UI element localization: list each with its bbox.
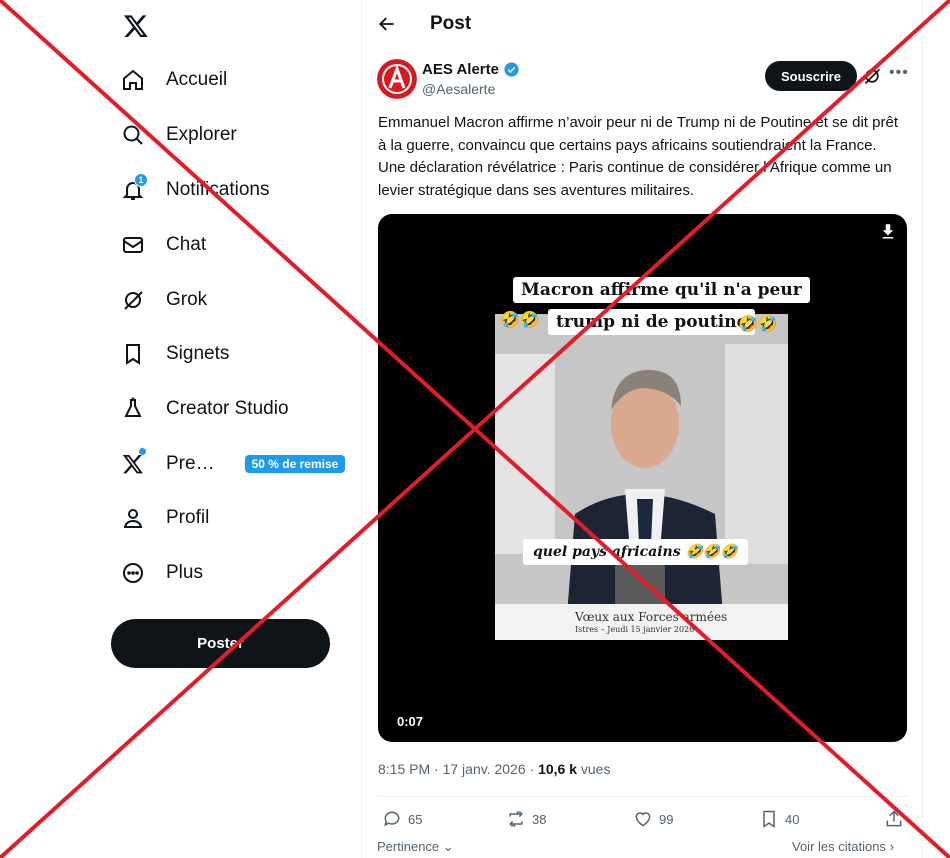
reply-count: 65 <box>408 811 423 827</box>
like-count: 99 <box>659 811 674 827</box>
sidebar-item-chat[interactable]: Chat <box>120 225 206 265</box>
header: Post <box>362 0 922 50</box>
more-circle-icon <box>120 560 146 586</box>
grok-icon[interactable] <box>862 66 882 86</box>
sidebar-item-label: Pre… <box>166 453 215 474</box>
sort-dropdown[interactable]: Pertinence ⌄ <box>377 839 454 855</box>
sidebar-item-signets[interactable]: Signets <box>120 334 229 374</box>
video-duration: 0:07 <box>397 714 424 729</box>
sidebar-item-label: Plus <box>166 562 203 583</box>
divider <box>361 0 362 858</box>
verified-badge-icon <box>504 62 519 77</box>
views-label: vues <box>577 761 611 777</box>
bookmark-button[interactable]: 40 <box>759 809 799 829</box>
avatar[interactable] <box>377 59 417 99</box>
sidebar-item-notifications[interactable]: 1 Notifications <box>120 170 270 210</box>
bookmark-icon <box>763 810 775 828</box>
new-dot-icon <box>139 448 146 455</box>
video-caption-bottom-text: quel pays africains <box>533 544 681 560</box>
reply-icon <box>384 811 400 827</box>
tweet-meta: 8:15 PM · 17 janv. 2026 · 10,6 k vues <box>378 761 610 777</box>
more-options-icon[interactable]: ••• <box>889 64 909 82</box>
divider <box>922 0 923 858</box>
sidebar-item-label: Explorer <box>166 124 237 145</box>
repost-count: 38 <box>532 811 547 827</box>
chevron-down-icon: ⌄ <box>442 839 454 854</box>
flask-icon <box>120 396 146 422</box>
views-count: 10,6 k <box>538 761 577 777</box>
view-quotes-link[interactable]: Voir les citations › <box>792 839 894 854</box>
emoji-left: 🤣🤣 <box>500 312 540 329</box>
sidebar: Accueil Explorer 1 Notifications Chat Gr… <box>0 0 362 858</box>
tweet-timestamp[interactable]: 8:15 PM · 17 janv. 2026 · <box>378 761 538 777</box>
subscribe-button[interactable]: Souscrire <box>765 61 857 91</box>
mail-icon <box>120 232 146 258</box>
sidebar-item-accueil[interactable]: Accueil <box>120 60 227 100</box>
video-caption-top: Macron affirme qu'il n'a peur <box>513 277 810 303</box>
notification-badge: 1 <box>134 173 148 187</box>
share-button[interactable] <box>884 809 910 829</box>
action-bar: 65 38 99 40 <box>378 796 908 836</box>
video-caption-bottom: quel pays africains 🤣🤣🤣 <box>523 539 748 565</box>
speaker-image <box>495 314 788 640</box>
share-icon <box>886 810 902 827</box>
tweet-text: Emmanuel Macron affirme n’avoir peur ni … <box>378 114 898 199</box>
sidebar-item-creator-studio[interactable]: Creator Studio <box>120 389 289 429</box>
sidebar-item-label: Signets <box>166 343 230 364</box>
sort-label: Pertinence <box>377 839 440 854</box>
reply-button[interactable]: 65 <box>382 809 422 829</box>
x-logo-icon[interactable] <box>120 10 152 42</box>
post-button[interactable]: Poster <box>111 619 330 668</box>
view-quotes-label: Voir les citations <box>792 839 886 854</box>
video-frame: Vœux aux Forces armées Istres – Jeudi 15… <box>495 314 788 640</box>
banner-subtitle: Istres – Jeudi 15 janvier 2026 <box>575 625 695 634</box>
promo-badge: 50 % de remise <box>244 455 346 473</box>
author-name-text: AES Alerte <box>422 61 499 78</box>
bell-icon: 1 <box>120 173 148 203</box>
sidebar-item-label: Accueil <box>166 69 228 90</box>
heart-icon <box>635 812 651 827</box>
sidebar-item-explorer[interactable]: Explorer <box>120 115 237 155</box>
chevron-right-icon: › <box>889 839 894 854</box>
back-arrow-icon[interactable] <box>376 13 398 35</box>
download-icon[interactable] <box>879 222 897 240</box>
video-player[interactable]: Vœux aux Forces armées Istres – Jeudi 15… <box>378 214 907 742</box>
sidebar-item-premium[interactable]: Pre… 50 % de remise <box>120 444 346 484</box>
grok-icon <box>120 287 146 313</box>
person-icon <box>120 505 146 531</box>
search-icon <box>120 122 146 148</box>
sidebar-item-grok[interactable]: Grok <box>120 280 207 320</box>
event-banner: Vœux aux Forces armées Istres – Jeudi 15… <box>495 604 788 640</box>
sidebar-item-label: Notifications <box>166 179 270 200</box>
emoji-right: 🤣🤣 <box>738 316 778 333</box>
author-name[interactable]: AES Alerte <box>422 61 520 78</box>
bookmark-icon <box>120 341 146 367</box>
sidebar-item-profil[interactable]: Profil <box>120 498 209 538</box>
page-title: Post <box>430 13 472 34</box>
sidebar-item-label: Creator Studio <box>166 398 289 419</box>
sidebar-item-plus[interactable]: Plus <box>120 553 203 593</box>
like-button[interactable]: 99 <box>633 809 673 829</box>
bookmark-count: 40 <box>785 811 800 827</box>
repost-icon <box>509 810 523 828</box>
sidebar-item-label: Profil <box>166 507 210 528</box>
video-caption-second: trump ni de poutine <box>548 309 756 335</box>
author-handle[interactable]: @Aesalerte <box>422 81 495 97</box>
home-icon <box>120 67 146 93</box>
x-premium-icon <box>120 448 146 477</box>
banner-title: Vœux aux Forces armées <box>575 610 728 624</box>
repost-button[interactable]: 38 <box>506 809 546 829</box>
sidebar-item-label: Chat <box>166 234 207 255</box>
sidebar-item-label: Grok <box>166 289 208 310</box>
